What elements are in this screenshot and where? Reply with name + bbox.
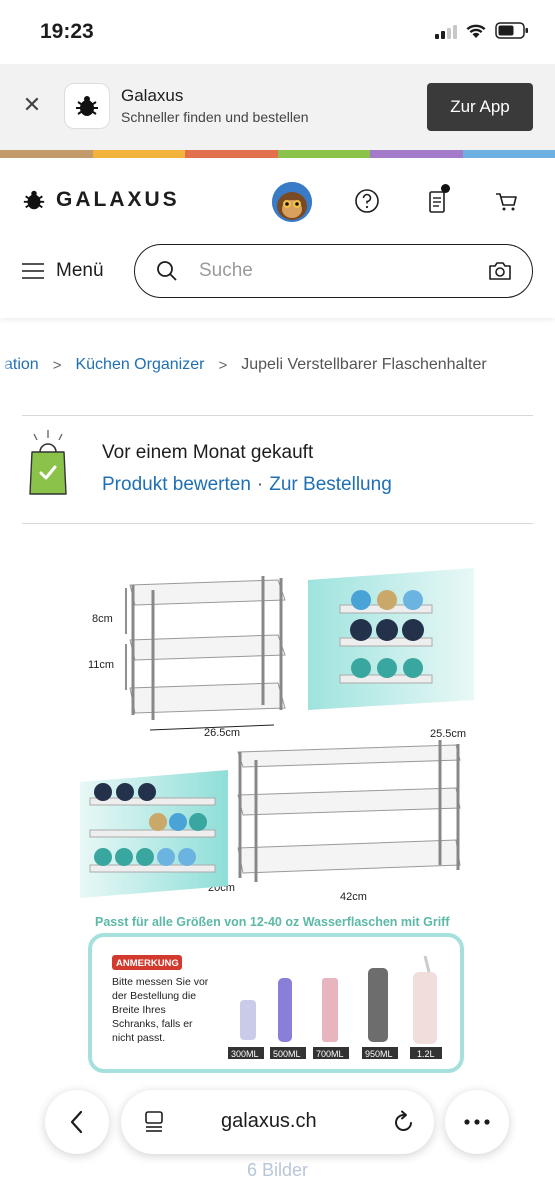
galaxus-bug-icon: [76, 96, 98, 116]
status-bar: 19:23: [0, 0, 555, 64]
product-image[interactable]: 8cm 11cm 26.5cm 25.5cm 20cm 42cm Passt f…: [78, 560, 478, 1080]
menu-label: Menü: [56, 260, 104, 281]
breadcrumb-item[interactable]: Küchen Organizer: [75, 356, 204, 374]
back-button[interactable]: [45, 1090, 109, 1154]
note-line: Breite Ihres: [112, 1004, 166, 1016]
search-bar[interactable]: [134, 244, 533, 298]
avatar[interactable]: [272, 182, 312, 222]
monkey-avatar-icon: [272, 182, 312, 222]
product-photo: 8cm 11cm 26.5cm 25.5cm 20cm 42cm Passt f…: [80, 568, 474, 1073]
breadcrumb-fade: [0, 356, 12, 380]
image-caption: Passt für alle Größen von 12-40 oz Wasse…: [95, 915, 450, 929]
status-time: 19:23: [40, 20, 94, 43]
divider: [22, 415, 533, 416]
more-dots-icon: [464, 1119, 490, 1125]
link-separator: ·: [256, 474, 264, 495]
app-logo: [64, 83, 110, 129]
bottle-size-label: 1.2L: [417, 1049, 435, 1059]
shopping-bag-check-icon: [29, 430, 67, 495]
help-icon[interactable]: [352, 186, 382, 216]
dim-depth-large: 25.5cm: [430, 728, 466, 740]
site-header: GALAXUS Menü Suche: [0, 158, 555, 318]
page-menu-icon[interactable]: [143, 1110, 165, 1134]
note-badge: ANMERKUNG: [116, 958, 179, 969]
app-install-banner: ✕ Galaxus Schneller finden und bestellen…: [0, 64, 555, 150]
purchase-links: Produkt bewerten · Zur Bestellung: [102, 474, 392, 496]
small-shelf-drawing: 8cm 11cm 26.5cm: [88, 576, 286, 739]
note-line: nicht passt.: [112, 1032, 165, 1044]
banner-title: Galaxus: [121, 86, 184, 105]
menu-button[interactable]: Menü: [22, 260, 104, 282]
more-button[interactable]: [445, 1090, 509, 1154]
purchase-status: Vor einem Monat gekauft: [102, 442, 314, 463]
rate-product-link[interactable]: Produkt bewerten: [102, 474, 251, 495]
note-line: Bitte messen Sie vor: [112, 976, 209, 988]
site-logo[interactable]: GALAXUS: [22, 188, 180, 212]
camera-icon[interactable]: [488, 260, 512, 282]
chevron-left-icon: [70, 1110, 83, 1134]
large-shelf-drawing: 25.5cm 20cm 42cm: [208, 728, 466, 903]
image-count: 6 Bilder: [246, 1160, 309, 1180]
notification-dot: [441, 184, 450, 193]
bottle-size-label: 500ML: [273, 1049, 301, 1059]
note-line: Schranks, falls er: [112, 1018, 193, 1030]
purchase-info: Vor einem Monat gekauft Produkt bewerten…: [22, 430, 533, 506]
close-icon[interactable]: ✕: [20, 94, 44, 118]
url-text: galaxus.ch: [221, 1110, 317, 1132]
bottle-size-label: 700ML: [316, 1049, 344, 1059]
cart-icon[interactable]: [492, 186, 522, 216]
hamburger-icon: [22, 263, 44, 279]
breadcrumb-separator-icon: >: [52, 356, 62, 374]
view-order-link[interactable]: Zur Bestellung: [269, 474, 392, 495]
status-icons: [435, 22, 529, 39]
breadcrumb-current: Jupeli Verstellbarer Flaschenhalter: [241, 356, 487, 373]
dim-height-bottom: 11cm: [88, 659, 114, 671]
breadcrumb: ation > Küchen Organizer > Jupeli Verste…: [0, 356, 555, 380]
reload-icon[interactable]: [392, 1109, 416, 1135]
breadcrumb-separator-icon: >: [218, 356, 228, 374]
dim-width-small: 26.5cm: [204, 727, 240, 739]
open-app-button[interactable]: Zur App: [427, 83, 533, 131]
dim-height-top: 8cm: [92, 613, 113, 625]
galaxus-bug-icon: [23, 190, 45, 210]
bottle-size-label: 300ML: [231, 1049, 259, 1059]
address-bar[interactable]: galaxus.ch: [121, 1090, 434, 1154]
dim-width-large: 42cm: [340, 891, 367, 903]
wifi-icon: [466, 24, 486, 38]
brand-color-strip: [0, 150, 555, 158]
large-shelf-photo: [80, 770, 228, 898]
search-icon: [157, 261, 177, 281]
banner-subtitle: Schneller finden und bestellen: [121, 109, 309, 125]
divider: [22, 523, 533, 524]
logo-text: GALAXUS: [56, 188, 180, 211]
search-input[interactable]: [199, 255, 469, 287]
orders-button[interactable]: [422, 184, 452, 216]
battery-icon: [495, 22, 528, 39]
bottle-size-label: 950ML: [365, 1049, 393, 1059]
small-shelf-photo: [308, 568, 474, 710]
cellular-signal-icon: [435, 23, 457, 39]
note-line: der Bestellung die: [112, 990, 196, 1002]
